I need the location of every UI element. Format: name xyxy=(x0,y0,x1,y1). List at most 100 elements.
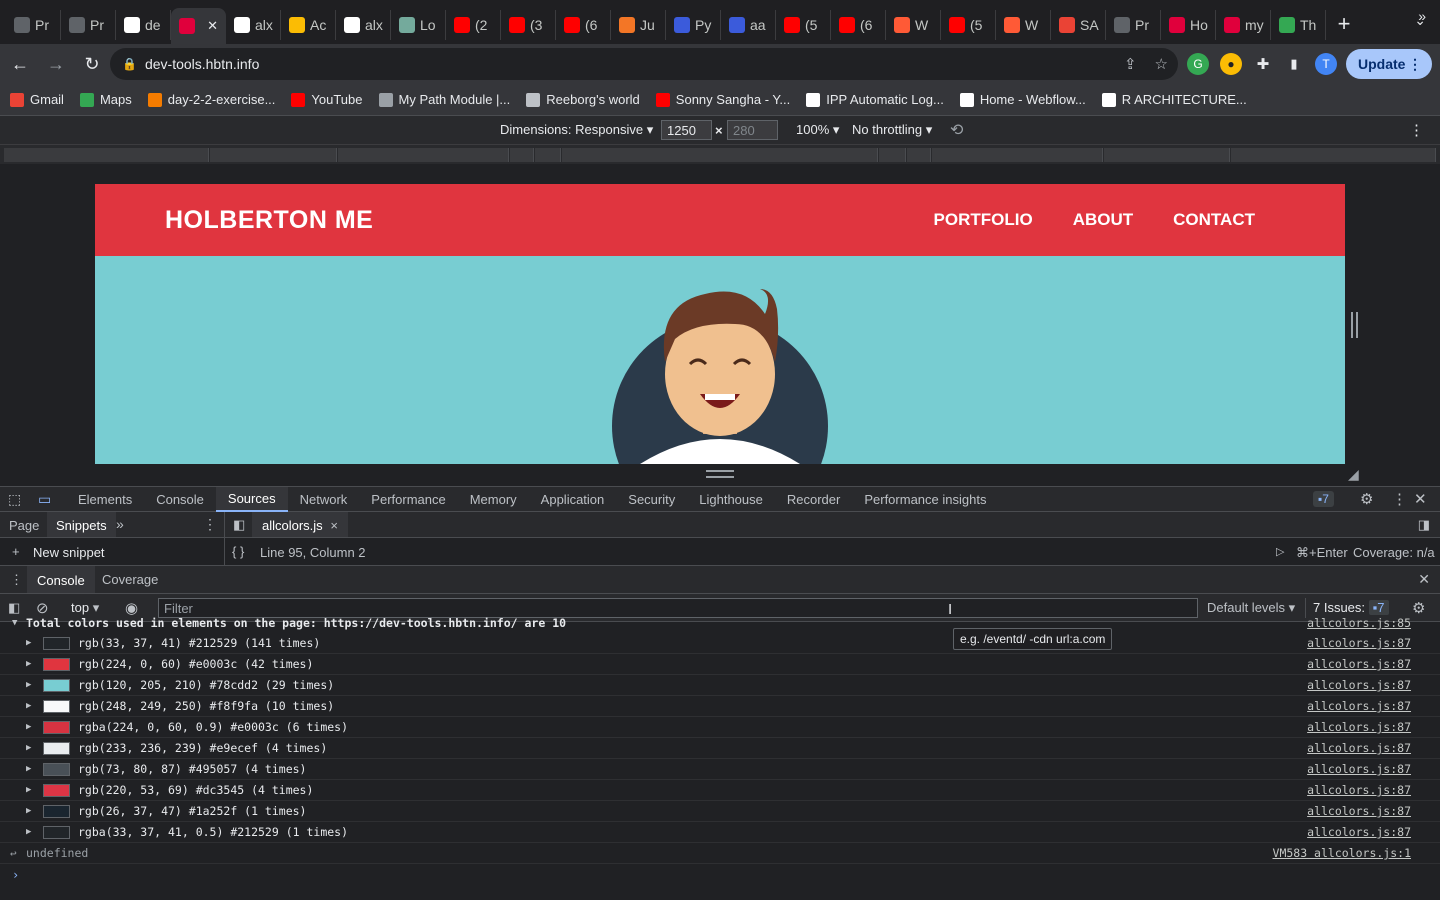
console-result-source[interactable]: VM583 allcolors.js:1 xyxy=(1273,846,1411,860)
console-source-link[interactable]: allcolors.js:87 xyxy=(1307,825,1411,839)
group-header-source[interactable]: allcolors.js:85 xyxy=(1307,616,1411,630)
bookmark-item[interactable]: Sonny Sangha - Y... xyxy=(655,92,790,107)
extensions-puzzle-icon[interactable]: ✚ xyxy=(1252,53,1274,75)
share-icon[interactable]: ⇪ xyxy=(1124,55,1137,73)
browser-tab[interactable]: (2 xyxy=(446,10,501,40)
console-log-row[interactable]: ▶ rgb(224, 0, 60) #e0003c (42 times) allco… xyxy=(0,654,1440,675)
browser-tab[interactable]: W xyxy=(996,10,1051,40)
toggle-debugger-icon[interactable]: ◨ xyxy=(1418,517,1430,533)
sources-tab-page[interactable]: Page xyxy=(9,518,39,533)
console-source-link[interactable]: allcolors.js:87 xyxy=(1307,657,1411,671)
devtools-tab-security[interactable]: Security xyxy=(616,487,687,512)
log-levels-dropdown[interactable]: Default levels ▾ xyxy=(1207,600,1295,616)
console-source-link[interactable]: allcolors.js:87 xyxy=(1307,678,1411,692)
mq-segment[interactable] xyxy=(1231,148,1436,162)
browser-tab[interactable]: Ac xyxy=(281,10,336,40)
console-source-link[interactable]: allcolors.js:87 xyxy=(1307,636,1411,650)
bookmark-item[interactable]: My Path Module |... xyxy=(378,92,510,107)
console-source-link[interactable]: allcolors.js:87 xyxy=(1307,783,1411,797)
profile-avatar[interactable]: T xyxy=(1315,53,1337,75)
devtools-tab-elements[interactable]: Elements xyxy=(66,487,144,512)
navigator-menu-icon[interactable]: ⋮ xyxy=(203,516,217,533)
expand-arrow-icon[interactable]: ▶ xyxy=(26,785,31,795)
console-log-row[interactable]: ▶ rgb(233, 236, 239) #e9ecef (4 times) all… xyxy=(0,738,1440,759)
context-selector[interactable]: top ▾ xyxy=(71,600,99,616)
bookmark-item[interactable]: YouTube xyxy=(291,92,363,107)
new-snippet-button[interactable]: New snippet xyxy=(33,545,105,560)
expand-arrow-icon[interactable]: ▶ xyxy=(26,638,31,648)
mq-segment[interactable] xyxy=(210,148,337,162)
browser-tab[interactable]: Th xyxy=(1271,10,1326,40)
drawer-menu-icon[interactable]: ⋮ xyxy=(10,572,23,588)
reload-icon[interactable]: ↻ xyxy=(76,48,108,80)
browser-tab[interactable]: alx xyxy=(226,10,281,40)
browser-tab[interactable]: (5 xyxy=(941,10,996,40)
mq-segment[interactable] xyxy=(535,148,561,162)
expand-arrow-icon[interactable]: ▶ xyxy=(26,764,31,774)
devtools-tab-recorder[interactable]: Recorder xyxy=(775,487,852,512)
browser-tab[interactable]: SA xyxy=(1051,10,1106,40)
devtools-tab-application[interactable]: Application xyxy=(529,487,617,512)
console-log-row[interactable]: ▶ rgb(26, 37, 47) #1a252f (1 times) allcol… xyxy=(0,801,1440,822)
grammarly-extension-icon[interactable]: G xyxy=(1187,53,1209,75)
console-source-link[interactable]: allcolors.js:87 xyxy=(1307,804,1411,818)
nav-link-about[interactable]: ABOUT xyxy=(1073,210,1133,230)
bookmark-item[interactable]: Gmail xyxy=(10,92,64,107)
device-toolbar-menu-icon[interactable]: ⋮ xyxy=(1409,121,1424,139)
browser-tab[interactable]: Py xyxy=(666,10,721,40)
browser-tab[interactable]: W xyxy=(886,10,941,40)
console-prompt-icon[interactable]: › xyxy=(12,868,19,882)
editor-tab-allcolors[interactable]: allcolors.js × xyxy=(252,512,348,537)
close-tab-icon[interactable]: ✕ xyxy=(207,18,218,34)
inspect-element-icon[interactable]: ⬚ xyxy=(8,491,26,508)
console-output[interactable]: ▼ Total colors used in elements on the p… xyxy=(0,616,1440,900)
new-tab-plus-icon[interactable]: + xyxy=(1326,6,1362,42)
drawer-tab-coverage[interactable]: Coverage xyxy=(102,572,158,587)
forward-arrow-icon[interactable]: → xyxy=(40,48,72,80)
viewport-resize-corner-icon[interactable]: ◢ xyxy=(1348,466,1359,483)
back-arrow-icon[interactable]: ← xyxy=(4,48,36,80)
browser-tab[interactable]: ✕ xyxy=(171,8,226,44)
browser-tab[interactable]: aa xyxy=(721,10,776,40)
mq-segment[interactable] xyxy=(510,148,534,162)
side-panel-icon[interactable]: ▮ xyxy=(1283,53,1305,75)
update-button[interactable]: Update ⋮ xyxy=(1346,49,1432,79)
devtools-tab-console[interactable]: Console xyxy=(144,487,216,512)
console-issues-button[interactable]: 7 Issues: ▪7 xyxy=(1305,598,1396,618)
expand-arrow-icon[interactable]: ▶ xyxy=(26,659,31,669)
console-source-link[interactable]: allcolors.js:87 xyxy=(1307,741,1411,755)
console-log-row[interactable]: ▶ rgba(224, 0, 60, 0.9) #e0003c (6 times)… xyxy=(0,717,1440,738)
console-log-row[interactable]: ▶ rgb(73, 80, 87) #495057 (4 times) allcol… xyxy=(0,759,1440,780)
dimensions-dropdown[interactable]: Dimensions: Responsive ▾ xyxy=(500,122,653,138)
devtools-tab-network[interactable]: Network xyxy=(288,487,360,512)
console-source-link[interactable]: allcolors.js:87 xyxy=(1307,720,1411,734)
console-log-row[interactable]: ▶ rgb(120, 205, 210) #78cdd2 (29 times) al… xyxy=(0,675,1440,696)
browser-tab[interactable]: alx xyxy=(336,10,391,40)
devtools-tab-sources[interactable]: Sources xyxy=(215,486,288,512)
mq-segment[interactable] xyxy=(4,148,209,162)
nav-link-portfolio[interactable]: PORTFOLIO xyxy=(934,210,1033,230)
browser-tab[interactable]: Lo xyxy=(391,10,446,40)
console-filter-input[interactable]: Filter xyxy=(158,598,1198,618)
bookmark-item[interactable]: IPP Automatic Log... xyxy=(806,92,944,107)
browser-tab[interactable]: Pr xyxy=(61,10,116,40)
devtools-issues-badge[interactable]: ▪7 xyxy=(1313,491,1334,507)
devtools-tab-memory[interactable]: Memory xyxy=(458,487,529,512)
close-editor-tab-icon[interactable]: × xyxy=(330,518,338,533)
url-text[interactable]: dev-tools.hbtn.info xyxy=(145,56,259,72)
bookmark-star-icon[interactable]: ☆ xyxy=(1155,55,1168,73)
expand-arrow-icon[interactable]: ▶ xyxy=(26,743,31,753)
pretty-print-icon[interactable]: { } xyxy=(232,544,244,559)
browser-tab[interactable]: (6 xyxy=(831,10,886,40)
console-source-link[interactable]: allcolors.js:87 xyxy=(1307,699,1411,713)
browser-tab[interactable]: Ju xyxy=(611,10,666,40)
settings-gear-icon[interactable]: ⚙ xyxy=(1360,490,1373,508)
nav-link-contact[interactable]: CONTACT xyxy=(1173,210,1255,230)
expand-arrow-icon[interactable]: ▶ xyxy=(26,722,31,732)
bookmark-item[interactable]: Home - Webflow... xyxy=(959,92,1086,107)
devtools-tab-lighthouse[interactable]: Lighthouse xyxy=(687,487,775,512)
height-input[interactable]: 280 xyxy=(727,120,778,140)
mq-segment[interactable] xyxy=(932,148,1103,162)
bookmark-item[interactable]: R ARCHITECTURE... xyxy=(1101,92,1247,107)
drawer-tab-console[interactable]: Console xyxy=(27,566,95,593)
